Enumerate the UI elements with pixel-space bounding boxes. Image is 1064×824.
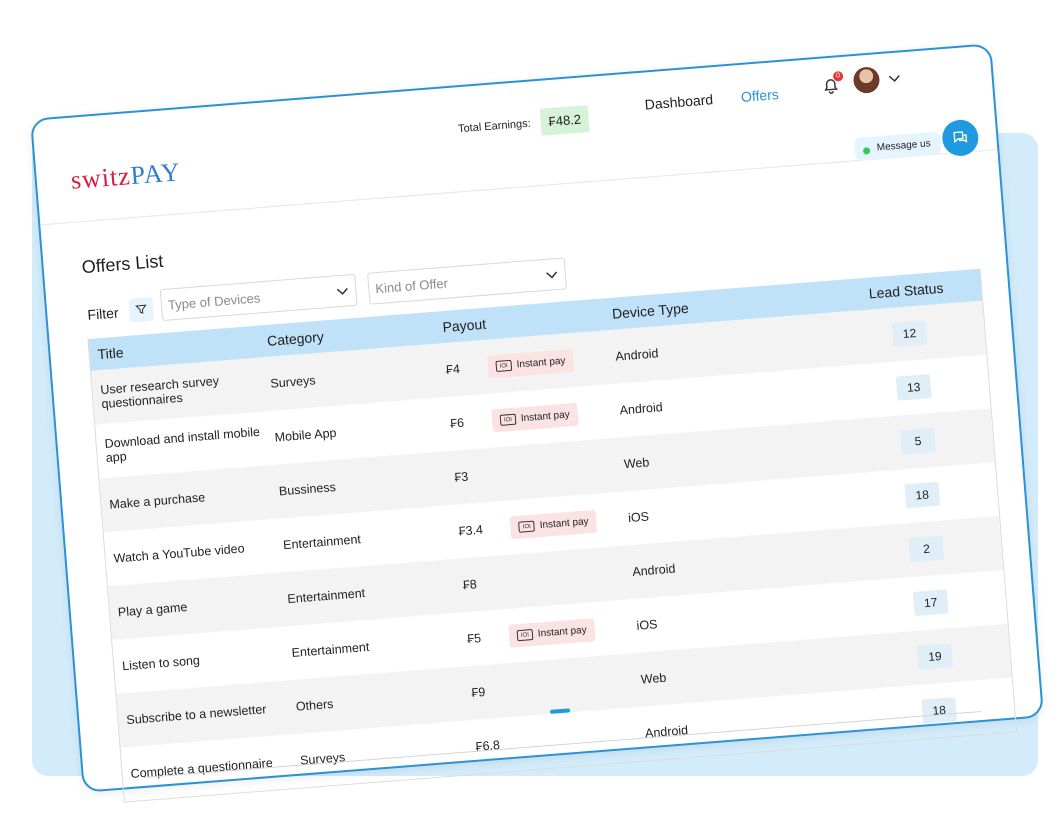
cell-lead-status: 17 bbox=[855, 585, 1006, 621]
notification-bell-icon[interactable]: 0 bbox=[819, 70, 844, 97]
cell-lead-status: 18 bbox=[847, 477, 998, 513]
payout-value: ₣4 bbox=[445, 361, 461, 377]
logo-part-2: PAY bbox=[129, 157, 182, 191]
device-type-select[interactable]: Type of Devices bbox=[159, 273, 358, 322]
cell-device-type: Android bbox=[614, 346, 659, 364]
instant-pay-badge: IOI Instant pay bbox=[491, 402, 579, 433]
earnings-value: ₣48.2 bbox=[539, 105, 591, 136]
lead-status-badge: 19 bbox=[917, 643, 953, 670]
instant-pay-badge: IOI Instant pay bbox=[509, 509, 598, 539]
cell-category: Surveys bbox=[269, 373, 317, 391]
cell-device-type: Web bbox=[640, 670, 667, 687]
earnings-label: Total Earnings: bbox=[457, 117, 532, 135]
top-nav: Dashboard Offers bbox=[644, 86, 779, 112]
instant-pay-label: Instant pay bbox=[537, 624, 588, 640]
filter-label: Filter bbox=[86, 304, 120, 323]
lead-status-badge: 18 bbox=[904, 481, 941, 509]
payout-value: ₣6 bbox=[449, 415, 465, 431]
cell-payout: ₣6 IOI Instant pay bbox=[449, 399, 620, 435]
cell-device-type: Web bbox=[623, 455, 650, 472]
cell-payout: ₣5 IOI Instant pay bbox=[466, 614, 637, 650]
money-icon: IOI bbox=[495, 359, 513, 372]
chevron-down-icon bbox=[546, 271, 558, 279]
lead-status-badge: 2 bbox=[908, 535, 945, 563]
cell-lead-status: 12 bbox=[834, 316, 985, 352]
filter-icon[interactable] bbox=[128, 296, 155, 323]
payout-value: ₣9 bbox=[470, 684, 486, 700]
cell-payout: ₣8 bbox=[462, 565, 633, 592]
cell-category: Others bbox=[295, 696, 334, 714]
instant-pay-label: Instant pay bbox=[539, 515, 589, 531]
nav-dashboard[interactable]: Dashboard bbox=[644, 91, 714, 112]
lead-status-badge: 12 bbox=[891, 320, 928, 347]
money-icon: IOI bbox=[516, 628, 534, 641]
cell-title: Make a purchase bbox=[108, 490, 206, 512]
app-screen: switzPAY Total Earnings: ₣48.2 Dashboard… bbox=[29, 43, 1045, 803]
cell-category: Entertainment bbox=[282, 532, 362, 553]
cell-lead-status: 18 bbox=[863, 692, 1014, 728]
offer-kind-placeholder: Kind of Offer bbox=[374, 275, 449, 296]
cell-payout: ₣3.4 IOI Instant pay bbox=[458, 507, 629, 543]
online-status-dot bbox=[862, 147, 871, 155]
table-body: User research survey questionnaires Surv… bbox=[90, 300, 1016, 802]
total-earnings: Total Earnings: ₣48.2 bbox=[457, 105, 591, 142]
message-us-button[interactable]: Message us bbox=[854, 131, 942, 162]
lead-status-badge: 17 bbox=[912, 589, 949, 616]
cell-payout: ₣3 bbox=[453, 457, 625, 485]
chevron-down-icon bbox=[336, 288, 348, 295]
column-payout[interactable]: Payout bbox=[442, 306, 613, 335]
payout-value: ₣3 bbox=[453, 469, 469, 485]
lead-status-badge: 18 bbox=[921, 697, 958, 724]
brand-logo[interactable]: switzPAY bbox=[70, 157, 182, 196]
cell-device-type: iOS bbox=[627, 509, 650, 526]
money-icon: IOI bbox=[518, 520, 536, 533]
lead-status-badge: 5 bbox=[900, 427, 936, 455]
instant-pay-badge: IOI Instant pay bbox=[486, 348, 575, 379]
cell-title: Play a game bbox=[117, 600, 188, 620]
page-title: Offers List bbox=[80, 250, 165, 278]
money-icon: IOI bbox=[499, 413, 517, 426]
cell-title: Listen to song bbox=[121, 653, 201, 674]
cell-lead-status: 2 bbox=[851, 531, 1002, 567]
message-us-label: Message us bbox=[876, 138, 932, 154]
column-lead-status[interactable]: Lead Status bbox=[831, 277, 982, 305]
device-type-placeholder: Type of Devices bbox=[167, 289, 261, 313]
cell-title: Watch a YouTube video bbox=[113, 541, 245, 566]
payout-value: ₣3.4 bbox=[458, 522, 484, 539]
lead-status-badge: 13 bbox=[895, 374, 932, 401]
offer-kind-select[interactable]: Kind of Offer bbox=[367, 257, 567, 305]
instant-pay-badge: IOI Instant pay bbox=[508, 617, 596, 648]
cell-category: Bussiness bbox=[278, 480, 337, 499]
cell-payout: ₣4 IOI Instant pay bbox=[445, 345, 616, 381]
instant-pay-label: Instant pay bbox=[520, 408, 571, 424]
nav-offers[interactable]: Offers bbox=[740, 86, 779, 105]
cell-payout: ₣9 bbox=[471, 673, 642, 700]
cell-lead-status: 13 bbox=[838, 369, 989, 405]
cell-device-type: Android bbox=[631, 561, 676, 579]
header-divider bbox=[40, 149, 998, 226]
chat-icon bbox=[953, 131, 968, 144]
chevron-down-icon[interactable] bbox=[887, 70, 902, 85]
user-avatar[interactable] bbox=[852, 66, 881, 95]
logo-part-1: switz bbox=[69, 161, 132, 195]
cell-category: Entertainment bbox=[291, 639, 370, 660]
cell-title: User research survey questionnaires bbox=[99, 373, 220, 412]
instant-pay-label: Instant pay bbox=[516, 355, 566, 370]
cell-title: Subscribe to a newsletter bbox=[125, 702, 267, 728]
offers-table: Title Category Payout Device Type Lead S… bbox=[87, 268, 1018, 803]
payout-value: ₣5 bbox=[466, 631, 482, 647]
cell-lead-status: 5 bbox=[842, 423, 993, 459]
payout-value: ₣8 bbox=[462, 577, 478, 593]
cell-device-type: Android bbox=[619, 400, 664, 418]
cell-device-type: iOS bbox=[636, 617, 658, 633]
cell-category: Mobile App bbox=[274, 425, 337, 445]
cell-category: Entertainment bbox=[286, 586, 366, 607]
cell-lead-status: 19 bbox=[859, 639, 1010, 675]
notification-count-badge: 0 bbox=[832, 70, 844, 82]
cell-title: Download and install mobile app bbox=[104, 424, 261, 465]
